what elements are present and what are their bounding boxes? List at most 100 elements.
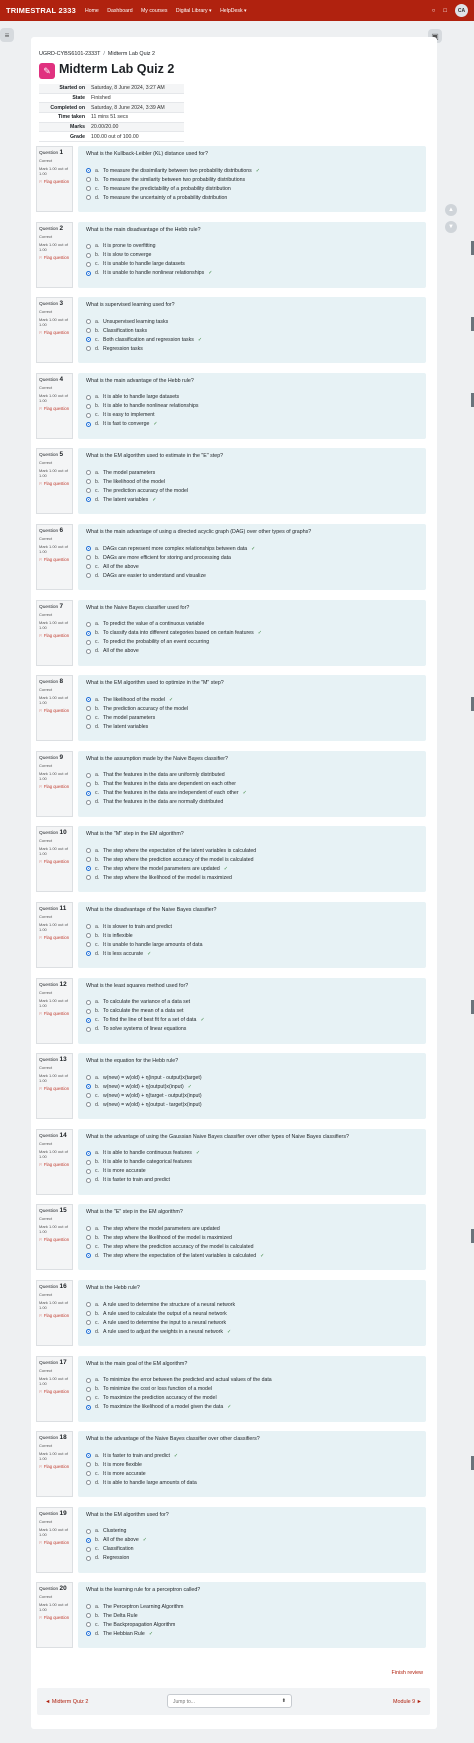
radio-button[interactable] bbox=[86, 1395, 91, 1401]
radio-button[interactable] bbox=[86, 186, 91, 191]
answer-option[interactable]: b. The likelihood of the model bbox=[86, 477, 418, 486]
radio-button[interactable] bbox=[86, 555, 91, 560]
radio-button[interactable] bbox=[86, 933, 91, 938]
radio-button[interactable] bbox=[86, 639, 91, 645]
flag-question-button[interactable]: ⚐ Flag question bbox=[39, 1162, 70, 1167]
radio-button[interactable] bbox=[86, 403, 91, 409]
flag-question-button[interactable]: ⚐ Flag question bbox=[39, 633, 70, 638]
answer-option[interactable]: c. The prediction accuracy of the model bbox=[86, 486, 418, 495]
radio-button[interactable] bbox=[86, 1462, 91, 1468]
radio-button[interactable] bbox=[86, 875, 91, 881]
radio-button[interactable] bbox=[86, 1377, 91, 1383]
radio-button[interactable] bbox=[86, 470, 91, 476]
answer-option[interactable]: d. The Hebbian Rule ✓ bbox=[86, 1629, 418, 1638]
flag-question-button[interactable]: ⚐ Flag question bbox=[39, 1237, 70, 1242]
answer-option[interactable]: a. The step where the expectation of the … bbox=[86, 846, 418, 855]
answer-option[interactable]: b. To classify data into different catego… bbox=[86, 629, 418, 638]
radio-button[interactable] bbox=[86, 1537, 91, 1543]
radio-button[interactable] bbox=[86, 1453, 91, 1459]
answer-option[interactable]: a. The Perceptron Learning Algorithm bbox=[86, 1602, 418, 1611]
answer-option[interactable]: b. It is inflexible bbox=[86, 931, 418, 940]
flag-question-button[interactable]: ⚐ Flag question bbox=[39, 1011, 70, 1016]
answer-option[interactable]: b. To measure the similarity between two … bbox=[86, 175, 418, 184]
radio-button[interactable] bbox=[86, 421, 91, 427]
radio-button[interactable] bbox=[86, 1311, 91, 1316]
radio-button[interactable] bbox=[86, 848, 91, 854]
flag-question-button[interactable]: ⚐ Flag question bbox=[39, 1086, 70, 1091]
answer-option[interactable]: a. It is prone to overfitting bbox=[86, 242, 418, 251]
answer-option[interactable]: c. Classification bbox=[86, 1545, 418, 1554]
radio-button[interactable] bbox=[86, 1329, 91, 1334]
answer-option[interactable]: b. That the features in the data are depe… bbox=[86, 780, 418, 789]
radio-button[interactable] bbox=[86, 1226, 91, 1232]
radio-button[interactable] bbox=[86, 1546, 91, 1552]
answer-option[interactable]: d. To measure the uncertainty of a probab… bbox=[86, 193, 418, 202]
answer-option[interactable]: a. It is able to handle continuous featur… bbox=[86, 1149, 418, 1158]
radio-button[interactable] bbox=[86, 697, 91, 703]
answer-option[interactable]: c. To find the line of best fit for a set… bbox=[86, 1016, 418, 1025]
answer-option[interactable]: b. w(new) = w(old) + η(output)x(input) ✓ bbox=[86, 1082, 418, 1091]
answer-option[interactable]: a. It is faster to train and predict ✓ bbox=[86, 1451, 418, 1460]
answer-option[interactable]: d. It is faster to train and predict bbox=[86, 1176, 418, 1185]
nav-my-courses[interactable]: My courses bbox=[141, 8, 168, 14]
answer-option[interactable]: a. A rule used to determine the structure… bbox=[86, 1300, 418, 1309]
answer-option[interactable]: c. It is unable to handle large amounts o… bbox=[86, 940, 418, 949]
radio-button[interactable] bbox=[86, 715, 91, 721]
radio-button[interactable] bbox=[86, 951, 91, 956]
nav-dashboard[interactable]: Dashboard bbox=[107, 8, 132, 14]
prev-activity-link[interactable]: ◄ Midterm Quiz 2 bbox=[45, 1699, 88, 1705]
radio-button[interactable] bbox=[86, 270, 91, 276]
flag-question-button[interactable]: ⚐ Flag question bbox=[39, 708, 70, 713]
radio-button[interactable] bbox=[86, 1631, 91, 1637]
radio-button[interactable] bbox=[86, 1613, 91, 1619]
radio-button[interactable] bbox=[86, 243, 91, 249]
radio-button[interactable] bbox=[86, 337, 91, 343]
radio-button[interactable] bbox=[86, 857, 91, 863]
radio-button[interactable] bbox=[86, 177, 91, 182]
radio-button[interactable] bbox=[86, 1471, 91, 1477]
radio-button[interactable] bbox=[86, 168, 91, 173]
radio-button[interactable] bbox=[86, 1622, 91, 1628]
radio-button[interactable] bbox=[86, 790, 91, 796]
radio-button[interactable] bbox=[86, 573, 91, 578]
flag-question-button[interactable]: ⚐ Flag question bbox=[39, 557, 70, 562]
radio-button[interactable] bbox=[86, 1093, 91, 1099]
nav-helpdesk[interactable]: HelpDesk ▾ bbox=[220, 8, 247, 14]
flag-question-button[interactable]: ⚐ Flag question bbox=[39, 1389, 70, 1394]
answer-option[interactable]: a. To calculate the variance of a data se… bbox=[86, 998, 418, 1007]
radio-button[interactable] bbox=[86, 1404, 91, 1410]
radio-button[interactable] bbox=[86, 630, 91, 636]
radio-button[interactable] bbox=[86, 924, 91, 929]
answer-option[interactable]: d. The step where the likelihood of the m… bbox=[86, 873, 418, 882]
radio-button[interactable] bbox=[86, 479, 91, 485]
scroll-up-button[interactable]: ▲ bbox=[445, 204, 457, 216]
answer-option[interactable]: b. It is able to handle categorical featu… bbox=[86, 1158, 418, 1167]
radio-button[interactable] bbox=[86, 1253, 91, 1259]
answer-option[interactable]: d. DAGs are easier to understand and visu… bbox=[86, 571, 418, 580]
answer-option[interactable]: c. The step where the model parameters ar… bbox=[86, 864, 418, 873]
answer-option[interactable]: c. To measure the predictability of a pro… bbox=[86, 184, 418, 193]
flag-question-button[interactable]: ⚐ Flag question bbox=[39, 1540, 70, 1545]
answer-option[interactable]: a. To minimize the error between the pred… bbox=[86, 1376, 418, 1385]
answer-option[interactable]: a. That the features in the data are unif… bbox=[86, 771, 418, 780]
answer-option[interactable]: a. DAGs can represent more complex relati… bbox=[86, 544, 418, 553]
avatar[interactable]: CA bbox=[455, 4, 468, 17]
answer-option[interactable]: d. To solve systems of linear equations bbox=[86, 1025, 418, 1034]
answer-option[interactable]: a. It is slower to train and predict bbox=[86, 922, 418, 931]
site-brand[interactable]: TRIMESTRAL 2333 bbox=[6, 6, 76, 15]
answer-option[interactable]: d. It is less accurate ✓ bbox=[86, 949, 418, 958]
radio-button[interactable] bbox=[86, 1235, 91, 1241]
answer-option[interactable]: d. All of the above bbox=[86, 647, 418, 656]
answer-option[interactable]: a. The likelihood of the model ✓ bbox=[86, 695, 418, 704]
flag-question-button[interactable]: ⚐ Flag question bbox=[39, 481, 70, 486]
answer-option[interactable]: b. The step where the prediction accuracy… bbox=[86, 855, 418, 864]
scroll-down-button[interactable]: ▼ bbox=[445, 221, 457, 233]
radio-button[interactable] bbox=[86, 866, 91, 872]
answer-option[interactable]: d. A rule used to adjust the weights in a… bbox=[86, 1327, 418, 1336]
answer-option[interactable]: c. The Backpropagation Algorithm bbox=[86, 1620, 418, 1629]
breadcrumb-page[interactable]: Midterm Lab Quiz 2 bbox=[108, 51, 155, 57]
answer-option[interactable]: c. Both classification and regression tas… bbox=[86, 335, 418, 344]
answer-option[interactable]: c. w(new) = w(old) + η(target - output)x(… bbox=[86, 1091, 418, 1100]
answer-option[interactable]: c. All of the above bbox=[86, 562, 418, 571]
radio-button[interactable] bbox=[86, 724, 91, 730]
